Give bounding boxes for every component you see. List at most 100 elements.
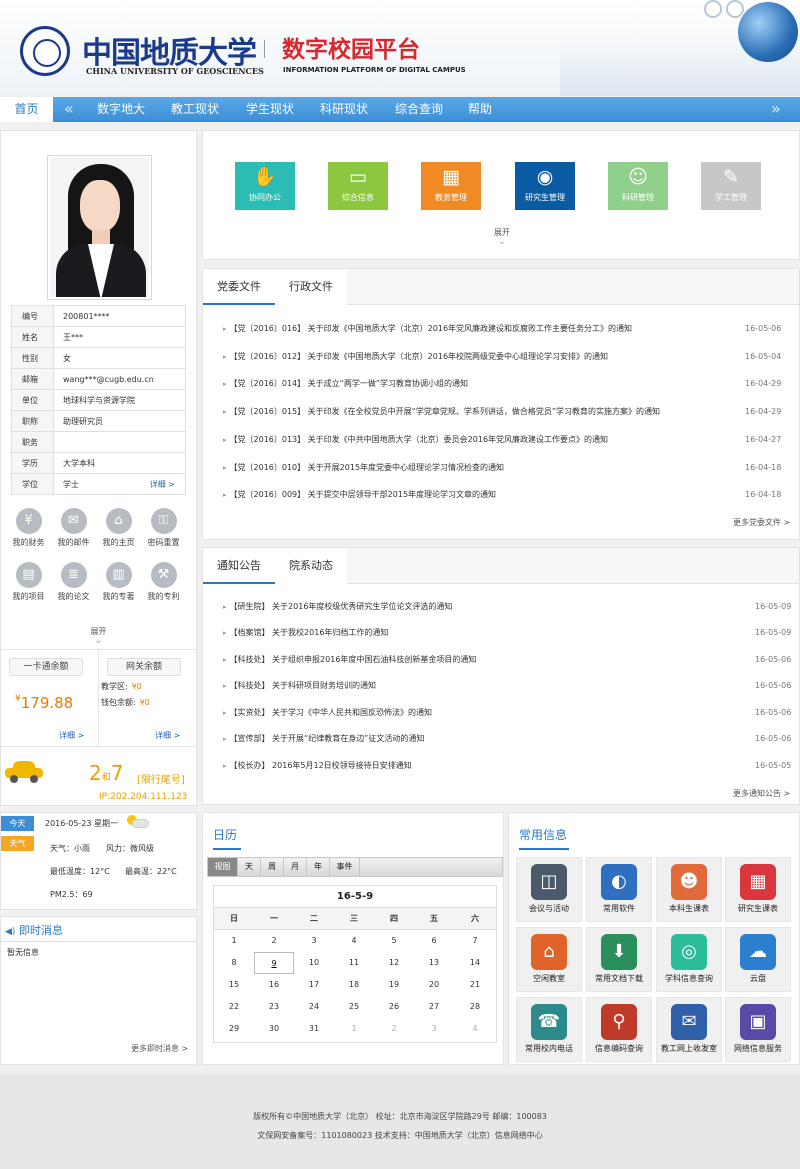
profile-expand-button[interactable]: 展开 ⌄ [0, 626, 197, 646]
calendar-day[interactable]: 29 [214, 1018, 254, 1040]
nav-scroll-right-icon[interactable]: » [771, 97, 781, 122]
calendar-day[interactable]: 1 [334, 1018, 374, 1040]
list-item[interactable]: 【科技处】 关于科研项目财务培训的通知 [223, 672, 743, 699]
nav-item-query[interactable]: 综合查询 [395, 97, 443, 122]
app-general-info[interactable]: ▭ 综合信息 [328, 162, 388, 210]
nav-item-research-status[interactable]: 科研现状 [320, 97, 368, 122]
calendar-day[interactable]: 4 [454, 1018, 496, 1040]
calendar-day[interactable]: 12 [374, 952, 414, 974]
tile-meetings[interactable]: ◫ 会议与活动 [516, 857, 582, 922]
list-item[interactable]: 【宣传部】 关于开展“纪律教育在身边”征文活动的通知 [223, 725, 743, 752]
my-papers-link[interactable]: ≣ 我的论文 [51, 562, 96, 602]
my-projects-link[interactable]: ▤ 我的项目 [6, 562, 51, 602]
profile-detail-link[interactable]: 详细 > [150, 479, 175, 490]
list-item[interactable]: 【党〔2016〕016】 关于印发《中国地质大学（北京）2016年党风廉政建设和… [223, 315, 743, 342]
calendar-day[interactable]: 8 [214, 952, 254, 974]
list-item[interactable]: 【党〔2016〕014】 关于成立“两学一做”学习教育协调小组的通知 [223, 370, 743, 397]
calendar-day-today[interactable]: 9 [254, 952, 294, 974]
apps-expand-button[interactable]: 展开 ⌄ [482, 227, 522, 247]
list-item[interactable]: 【实资处】 关于学习《中华人民共和国反恐怖法》的通知 [223, 699, 743, 726]
my-patents-link[interactable]: ⚒ 我的专利 [141, 562, 186, 602]
tile-campus-phones[interactable]: ☎ 常用校内电话 [516, 997, 582, 1062]
calendar-day[interactable]: 26 [374, 996, 414, 1018]
cal-week-button[interactable]: 周 [261, 858, 284, 876]
app-student-affairs[interactable]: ✎ 学工管理 [701, 162, 761, 210]
calendar-day[interactable]: 4 [334, 930, 374, 952]
nav-item-staff-status[interactable]: 教工现状 [171, 97, 219, 122]
tab-notices[interactable]: 通知公告 [203, 548, 275, 584]
calendar-day[interactable]: 11 [334, 952, 374, 974]
calendar-day[interactable]: 3 [414, 1018, 454, 1040]
app-collab-office[interactable]: ✋ 协同办公 [235, 162, 295, 210]
tab-department-news[interactable]: 院系动态 [275, 548, 347, 584]
calendar-day[interactable]: 21 [454, 974, 496, 996]
calendar-day[interactable]: 27 [414, 996, 454, 1018]
my-books-link[interactable]: ▥ 我的专著 [96, 562, 141, 602]
tile-network-service[interactable]: ▣ 网络信息服务 [725, 997, 791, 1062]
nav-item-help[interactable]: 帮助 [468, 97, 492, 122]
nav-item-student-status[interactable]: 学生现状 [246, 97, 294, 122]
list-item[interactable]: 【档案馆】 关于我校2016年归档工作的通知 [223, 619, 743, 646]
cal-event-button[interactable]: 事件 [330, 858, 360, 876]
app-academic-affairs[interactable]: ▦ 教务管理 [421, 162, 481, 210]
calendar-day[interactable]: 15 [214, 974, 254, 996]
nav-home[interactable]: 首页 [0, 97, 53, 122]
tab-party-docs[interactable]: 党委文件 [203, 269, 275, 305]
list-item[interactable]: 【党〔2016〕010】 关于开展2015年度党委中心组理论学习情况检查的通知 [223, 454, 743, 481]
tile-cloud-disk[interactable]: ☁ 云盘 [725, 927, 791, 992]
more-party-docs-link[interactable]: 更多党委文件 > [733, 517, 790, 528]
header-exit-icon[interactable] [726, 0, 744, 18]
calendar-day[interactable]: 23 [254, 996, 294, 1018]
calendar-day[interactable]: 6 [414, 930, 454, 952]
list-item[interactable]: 【党〔2016〕012】 关于印发《中国地质大学（北京）2016年校院两级党委中… [223, 343, 743, 370]
calendar-day[interactable]: 7 [454, 930, 496, 952]
cal-view-button[interactable]: 视图 [208, 858, 238, 876]
calendar-day[interactable]: 14 [454, 952, 496, 974]
list-item[interactable]: 【科技处】 关于组织申报2016年度中国石油科技创新基金项目的通知 [223, 646, 743, 673]
calendar-day[interactable]: 25 [334, 996, 374, 1018]
calendar-day[interactable]: 19 [374, 974, 414, 996]
tab-admin-docs[interactable]: 行政文件 [275, 269, 347, 305]
calendar-day[interactable]: 13 [414, 952, 454, 974]
tile-undergrad-schedule[interactable]: ☻ 本科生课表 [656, 857, 722, 922]
calendar-day[interactable]: 28 [454, 996, 496, 1018]
list-item[interactable]: 【校长办】 2016年5月12日校领导接待日安排通知 [223, 752, 743, 779]
nav-item-digital-cugb[interactable]: 数字地大 [97, 97, 145, 122]
calendar-day[interactable]: 2 [374, 1018, 414, 1040]
cal-year-button[interactable]: 年 [307, 858, 330, 876]
cal-day-button[interactable]: 天 [238, 858, 261, 876]
calendar-day[interactable]: 10 [294, 952, 334, 974]
calendar-day[interactable]: 31 [294, 1018, 334, 1040]
my-finance-link[interactable]: ¥ 我的财务 [6, 508, 51, 548]
more-messages-link[interactable]: 更多即时消息 > [131, 1043, 188, 1054]
tile-mailroom[interactable]: ✉ 教工网上收发室 [656, 997, 722, 1062]
calendar-day[interactable]: 22 [214, 996, 254, 1018]
calendar-day[interactable]: 18 [334, 974, 374, 996]
tile-doc-download[interactable]: ⬇ 常用文档下载 [586, 927, 652, 992]
calendar-day[interactable]: 24 [294, 996, 334, 1018]
app-graduate-management[interactable]: ◉ 研究生管理 [515, 162, 575, 210]
more-notices-link[interactable]: 更多通知公告 > [733, 788, 790, 799]
cal-month-button[interactable]: 月 [284, 858, 307, 876]
net-detail-link[interactable]: 详细 > [155, 730, 180, 741]
list-item[interactable]: 【党〔2016〕009】 关于提交中层领导干部2015年度理论学习文章的通知 [223, 481, 743, 508]
tile-discipline-query[interactable]: ◎ 学科信息查询 [656, 927, 722, 992]
list-item[interactable]: 【党〔2016〕015】 关于印发《在全校党员中开展“学党章党规、学系列讲话，做… [223, 398, 743, 425]
app-research-management[interactable]: ☺ 科研管理 [608, 162, 668, 210]
tile-free-classrooms[interactable]: ⌂ 空闲教室 [516, 927, 582, 992]
tile-grad-schedule[interactable]: ▦ 研究生课表 [725, 857, 791, 922]
header-home-icon[interactable] [704, 0, 722, 18]
calendar-day[interactable]: 17 [294, 974, 334, 996]
calendar-day[interactable]: 5 [374, 930, 414, 952]
card-detail-link[interactable]: 详细 > [59, 730, 84, 741]
password-reset-link[interactable]: ⚿ 密码重置 [141, 508, 186, 548]
calendar-day[interactable]: 1 [214, 930, 254, 952]
tile-code-query[interactable]: ⚲ 信息编码查询 [586, 997, 652, 1062]
my-mail-link[interactable]: ✉ 我的邮件 [51, 508, 96, 548]
my-homepage-link[interactable]: ⌂ 我的主页 [96, 508, 141, 548]
calendar-day[interactable]: 3 [294, 930, 334, 952]
calendar-day[interactable]: 2 [254, 930, 294, 952]
nav-scroll-left-icon[interactable]: « [64, 97, 74, 122]
list-item[interactable]: 【研生院】 关于2016年度校级优秀研究生学位论文评选的通知 [223, 593, 743, 620]
tile-software[interactable]: ◐ 常用软件 [586, 857, 652, 922]
